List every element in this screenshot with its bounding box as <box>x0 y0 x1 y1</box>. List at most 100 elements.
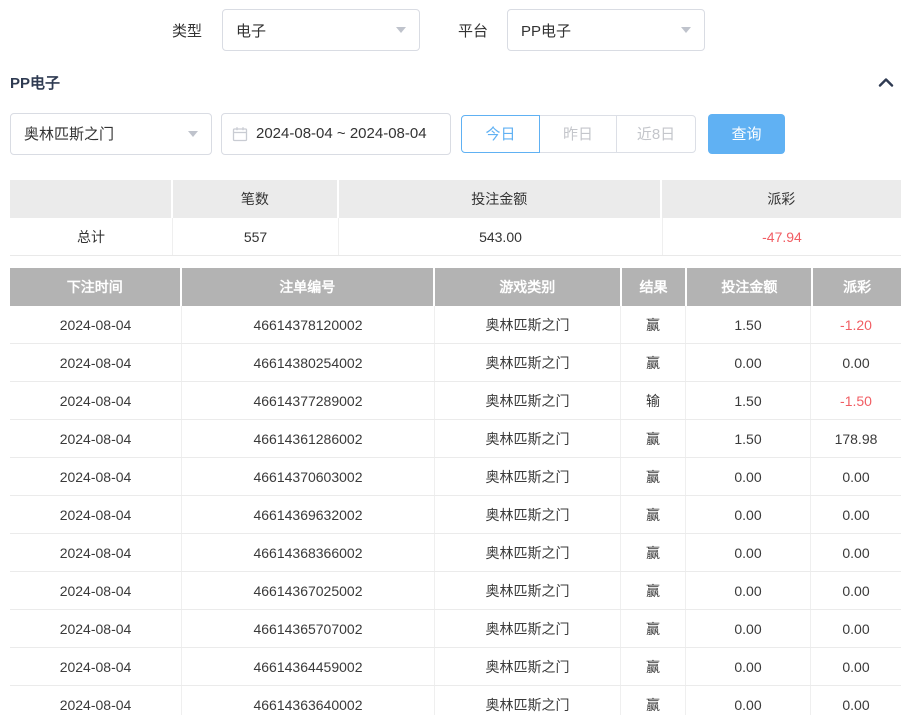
bet-amount: 0.00 <box>685 344 810 381</box>
platform-label: 平台 <box>458 20 488 41</box>
chevron-down-icon <box>396 27 406 33</box>
table-row: 2024-08-0446614369632002奥林匹斯之门赢0.000.00 <box>10 496 901 534</box>
bet-id: 46614365707002 <box>181 610 434 647</box>
bet-records-table-body: 2024-08-0446614378120002奥林匹斯之门赢1.50-1.20… <box>10 306 901 715</box>
game-name: 奥林匹斯之门 <box>434 610 620 647</box>
header-bet-amount: 投注金额 <box>687 268 811 306</box>
bet-amount: 0.00 <box>685 458 810 495</box>
bet-date: 2024-08-04 <box>10 458 181 495</box>
type-label: 类型 <box>172 20 202 41</box>
bet-result: 赢 <box>620 420 685 457</box>
calendar-icon <box>232 126 248 142</box>
header-game-category: 游戏类别 <box>435 268 620 306</box>
bet-id: 46614369632002 <box>181 496 434 533</box>
game-name: 奥林匹斯之门 <box>434 572 620 609</box>
bet-date: 2024-08-04 <box>10 610 181 647</box>
bet-amount: 0.00 <box>685 686 810 715</box>
bet-result: 赢 <box>620 610 685 647</box>
bet-date: 2024-08-04 <box>10 306 181 343</box>
game-name: 奥林匹斯之门 <box>434 496 620 533</box>
quick-date-button-group: 今日 昨日 近8日 <box>461 115 696 153</box>
bet-date: 2024-08-04 <box>10 496 181 533</box>
table-row: 2024-08-0446614364459002奥林匹斯之门赢0.000.00 <box>10 648 901 686</box>
platform-select-value: PP电子 <box>521 20 571 41</box>
table-row: 2024-08-0446614378120002奥林匹斯之门赢1.50-1.20 <box>10 306 901 344</box>
chevron-down-icon <box>681 27 691 33</box>
bet-date: 2024-08-04 <box>10 382 181 419</box>
bet-date: 2024-08-04 <box>10 420 181 457</box>
chevron-down-icon <box>188 131 198 137</box>
summary-header-bet-amount: 投注金额 <box>339 180 660 218</box>
bet-result: 赢 <box>620 686 685 715</box>
type-select[interactable]: 电子 <box>222 9 420 51</box>
bet-amount: 0.00 <box>685 610 810 647</box>
table-row: 2024-08-0446614363640002奥林匹斯之门赢0.000.00 <box>10 686 901 715</box>
bet-amount: 0.00 <box>685 648 810 685</box>
bet-payout: 0.00 <box>810 496 901 533</box>
bet-payout: 0.00 <box>810 458 901 495</box>
bet-result: 赢 <box>620 344 685 381</box>
table-row: 2024-08-0446614365707002奥林匹斯之门赢0.000.00 <box>10 610 901 648</box>
game-select[interactable]: 奥林匹斯之门 <box>10 113 212 155</box>
game-name: 奥林匹斯之门 <box>434 306 620 343</box>
bet-date: 2024-08-04 <box>10 572 181 609</box>
bet-id: 46614368366002 <box>181 534 434 571</box>
bet-id: 46614370603002 <box>181 458 434 495</box>
chevron-up-icon <box>877 75 895 89</box>
summary-header-empty <box>10 180 171 218</box>
collapse-section-button[interactable] <box>877 75 901 89</box>
yesterday-button[interactable]: 昨日 <box>539 115 617 153</box>
summary-bet-amount-value: 543.00 <box>338 218 662 255</box>
summary-table: 笔数 投注金额 派彩 总计 557 543.00 -47.94 <box>10 180 901 256</box>
summary-table-header: 笔数 投注金额 派彩 <box>10 180 901 218</box>
filter-row: 奥林匹斯之门 2024-08-04 ~ 2024-08-04 今日 昨日 近8日… <box>10 112 901 155</box>
section-header: PP电子 <box>10 69 901 95</box>
table-row: 2024-08-0446614368366002奥林匹斯之门赢0.000.00 <box>10 534 901 572</box>
bet-id: 46614378120002 <box>181 306 434 343</box>
game-select-value: 奥林匹斯之门 <box>24 123 114 144</box>
bet-date: 2024-08-04 <box>10 648 181 685</box>
bet-amount: 0.00 <box>685 534 810 571</box>
summary-total-row: 总计 557 543.00 -47.94 <box>10 218 901 256</box>
bet-amount: 1.50 <box>685 382 810 419</box>
bet-payout: 0.00 <box>810 534 901 571</box>
table-row: 2024-08-0446614361286002奥林匹斯之门赢1.50178.9… <box>10 420 901 458</box>
header-payout: 派彩 <box>813 268 901 306</box>
page: 类型 电子 平台 PP电子 PP电子 奥林匹斯之门 <box>0 0 911 715</box>
bet-amount: 1.50 <box>685 420 810 457</box>
bet-payout: 0.00 <box>810 572 901 609</box>
game-name: 奥林匹斯之门 <box>434 382 620 419</box>
today-button[interactable]: 今日 <box>461 115 540 153</box>
table-row: 2024-08-0446614367025002奥林匹斯之门赢0.000.00 <box>10 572 901 610</box>
table-row: 2024-08-0446614377289002奥林匹斯之门输1.50-1.50 <box>10 382 901 420</box>
bet-payout: 0.00 <box>810 344 901 381</box>
bet-amount: 1.50 <box>685 306 810 343</box>
summary-header-count: 笔数 <box>173 180 337 218</box>
bet-id: 46614364459002 <box>181 648 434 685</box>
table-row: 2024-08-0446614380254002奥林匹斯之门赢0.000.00 <box>10 344 901 382</box>
bet-result: 赢 <box>620 648 685 685</box>
header-result: 结果 <box>622 268 686 306</box>
bet-id: 46614363640002 <box>181 686 434 715</box>
bet-result: 赢 <box>620 306 685 343</box>
date-range-input[interactable]: 2024-08-04 ~ 2024-08-04 <box>221 113 451 155</box>
bet-result: 赢 <box>620 496 685 533</box>
platform-select[interactable]: PP电子 <box>507 9 705 51</box>
bet-payout: -1.50 <box>810 382 901 419</box>
summary-count-value: 557 <box>172 218 338 255</box>
bet-payout: 178.98 <box>810 420 901 457</box>
game-name: 奥林匹斯之门 <box>434 534 620 571</box>
header-bet-id: 注单编号 <box>182 268 433 306</box>
bet-result: 赢 <box>620 458 685 495</box>
summary-header-payout: 派彩 <box>662 180 901 218</box>
last-8-days-button[interactable]: 近8日 <box>616 115 696 153</box>
bet-result: 赢 <box>620 572 685 609</box>
bet-result: 输 <box>620 382 685 419</box>
type-select-value: 电子 <box>236 20 266 41</box>
date-range-value: 2024-08-04 ~ 2024-08-04 <box>256 125 427 142</box>
query-button[interactable]: 查询 <box>708 114 785 154</box>
bet-id: 46614377289002 <box>181 382 434 419</box>
bet-payout: 0.00 <box>810 610 901 647</box>
summary-payout-value: -47.94 <box>662 218 901 255</box>
section-title: PP电子 <box>10 72 60 93</box>
